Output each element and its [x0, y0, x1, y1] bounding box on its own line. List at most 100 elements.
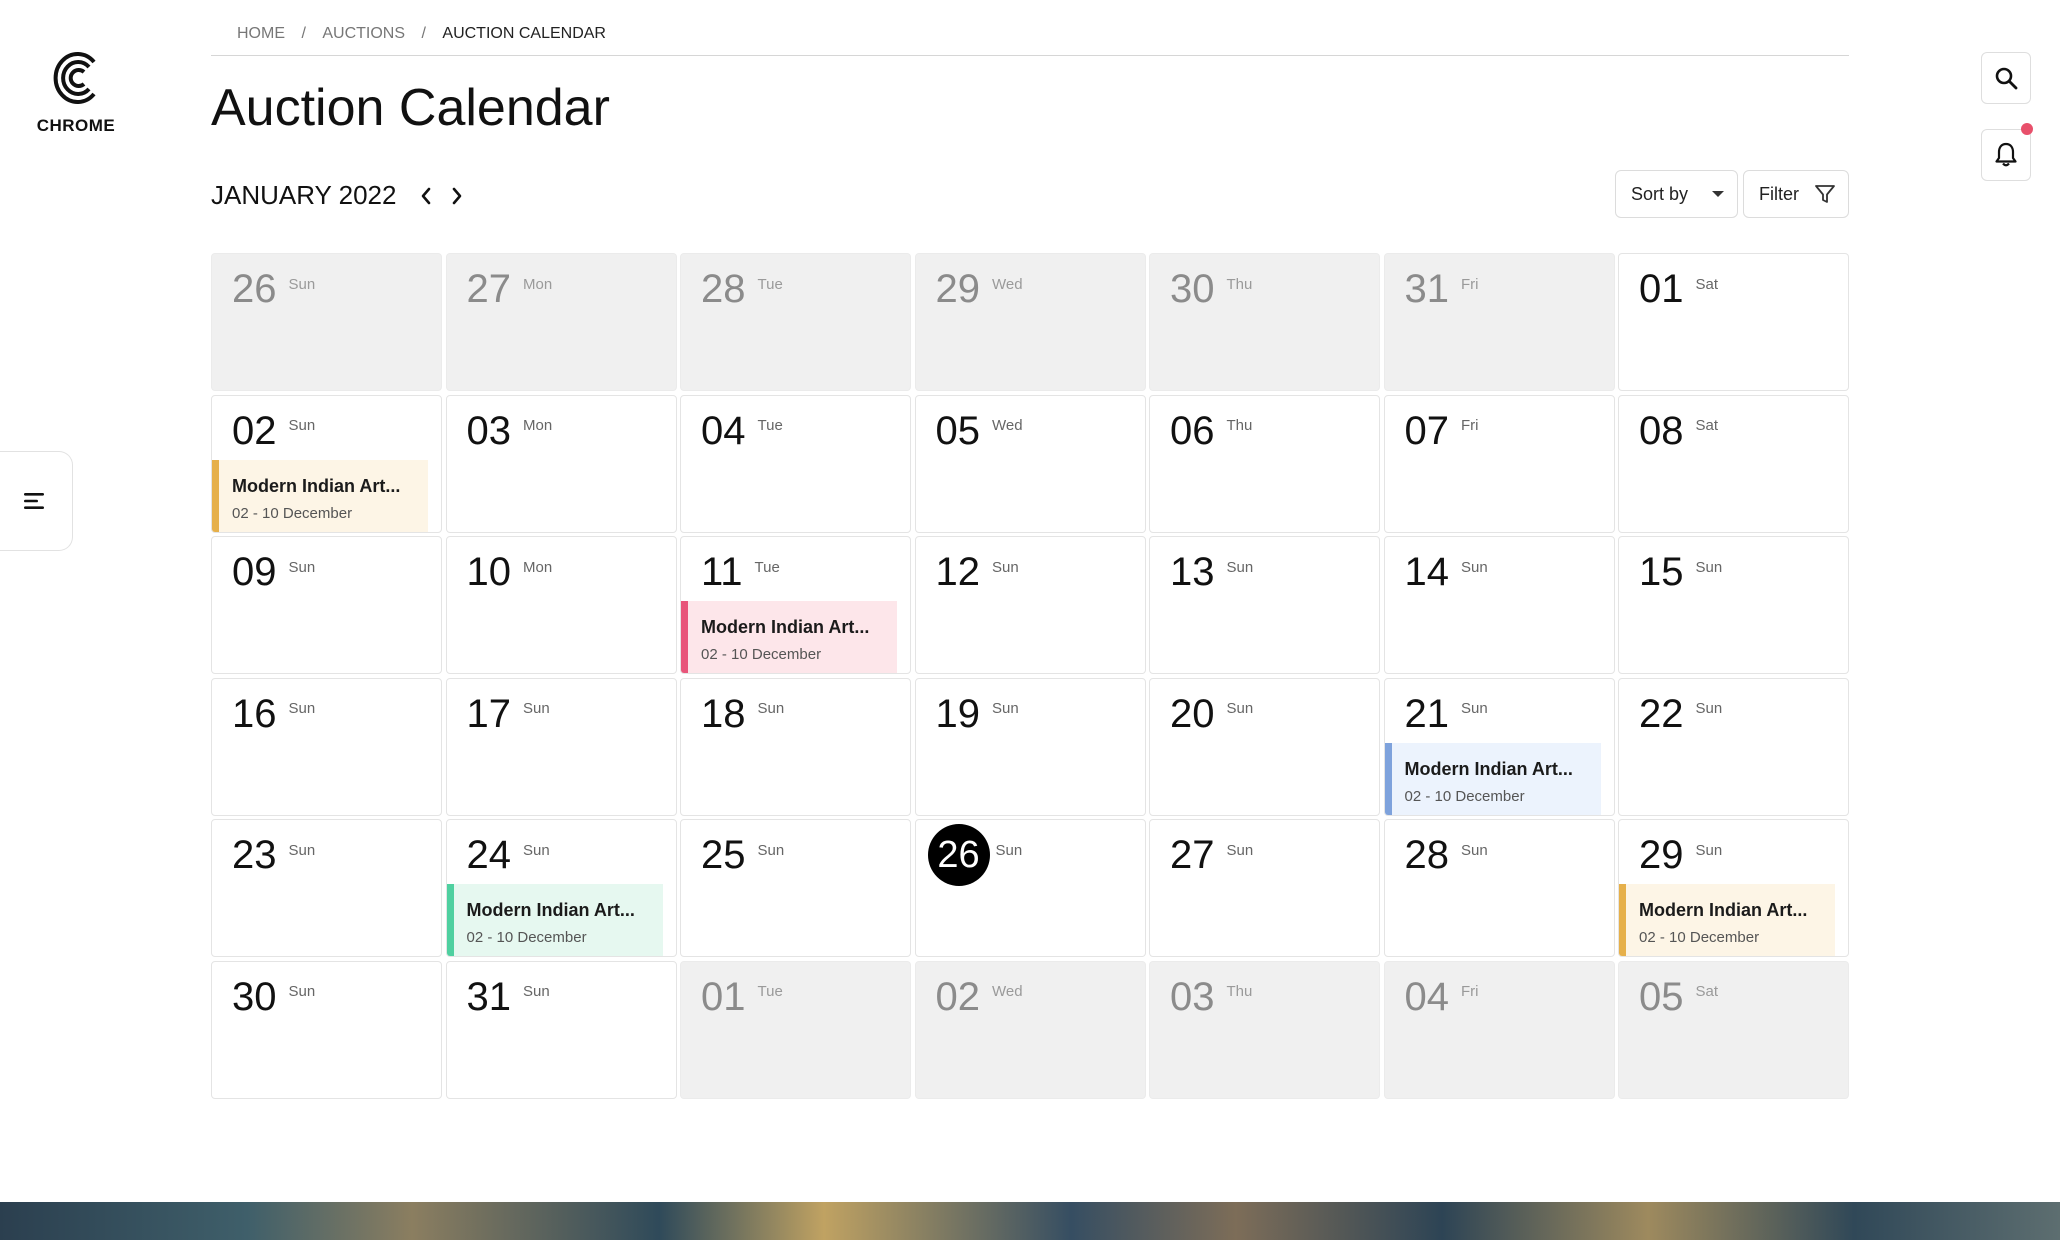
calendar-day[interactable]: 02 Sun Modern Indian Art... 02 - 10 Decembe…	[211, 394, 442, 533]
calendar-day[interactable]: 18 Sun	[680, 677, 911, 816]
calendar-day[interactable]: 28 Tue	[680, 253, 911, 391]
day-number: 09	[232, 550, 277, 594]
calendar-day[interactable]: 16 Sun	[211, 677, 442, 816]
day-header: 26 Sun	[232, 262, 315, 316]
breadcrumb-separator: /	[421, 25, 426, 42]
day-header: 29 Sun	[1639, 828, 1722, 882]
breadcrumb-auctions[interactable]: AUCTIONS	[322, 25, 405, 43]
calendar-day[interactable]: 28 Sun	[1383, 819, 1615, 957]
next-month-button[interactable]	[444, 180, 470, 212]
day-header: 17 Sun	[467, 687, 550, 741]
day-header: 19 Sun	[936, 687, 1019, 741]
day-name: Sun	[757, 700, 785, 717]
day-name: Thu	[1226, 417, 1253, 434]
calendar-day[interactable]: 14 Sun	[1383, 536, 1615, 674]
day-name: Wed	[992, 983, 1023, 1000]
calendar-day[interactable]: 03 Mon	[445, 394, 677, 533]
calendar-day[interactable]: 26 Sun	[211, 253, 442, 391]
prev-month-button[interactable]	[413, 180, 439, 212]
day-header: 15 Sun	[1639, 545, 1722, 599]
calendar-day[interactable]: 07 Fri	[1383, 394, 1615, 533]
calendar-day[interactable]: 04 Fri	[1383, 960, 1615, 1099]
day-name: Sun	[992, 700, 1019, 717]
day-header: 04 Fri	[1405, 970, 1479, 1024]
calendar-day[interactable]: 01 Tue	[680, 960, 911, 1099]
side-menu-toggle[interactable]	[0, 451, 73, 551]
calendar-day[interactable]: 01 Sat	[1618, 253, 1849, 391]
day-header: 06 Thu	[1170, 404, 1252, 458]
calendar-day[interactable]: 10 Mon	[445, 536, 677, 674]
calendar-day-today[interactable]: 26 Sun	[914, 819, 1146, 957]
day-name: Sun	[523, 841, 550, 859]
calendar-day[interactable]: 29 Wed	[914, 253, 1146, 391]
day-number: 04	[1404, 974, 1450, 1019]
auction-event[interactable]: Modern Indian Art... 02 - 10 December	[212, 459, 428, 532]
search-button[interactable]	[1981, 52, 2031, 104]
day-name: Sun	[288, 700, 316, 717]
calendar-day[interactable]: 20 Sun	[1149, 677, 1380, 816]
day-name: Tue	[757, 275, 783, 293]
calendar-day[interactable]: 30 Sun	[211, 960, 442, 1099]
calendar-day[interactable]: 23 Sun	[211, 819, 442, 957]
notifications-button[interactable]	[1981, 123, 2033, 181]
day-name: Fri	[1461, 983, 1479, 1000]
day-name: Sun	[288, 417, 316, 434]
calendar-day[interactable]: 08 Sat	[1618, 394, 1849, 533]
auction-event[interactable]: Modern Indian Art... 02 - 10 December	[1619, 884, 1835, 956]
calendar-day[interactable]: 27 Mon	[445, 253, 677, 391]
calendar-day[interactable]: 25 Sun	[680, 819, 911, 957]
brand-logo[interactable]: CHROME	[28, 48, 124, 136]
logo-c-icon	[53, 52, 96, 104]
day-name: Wed	[992, 275, 1023, 293]
day-name: Sun	[1695, 841, 1723, 859]
day-number: 26	[232, 267, 277, 311]
day-name: Wed	[992, 417, 1023, 434]
sort-dropdown[interactable]: Sort by	[1615, 170, 1738, 218]
calendar-day[interactable]: 30 Thu	[1149, 253, 1380, 391]
calendar-day[interactable]: 05 Wed	[914, 394, 1146, 533]
auction-event[interactable]: Modern Indian Art... 02 - 10 December	[681, 601, 897, 673]
day-header: 05 Wed	[936, 404, 1023, 458]
calendar-day[interactable]: 04 Tue	[680, 394, 911, 533]
calendar-grid: 26 Sun 27 Mon 28 Tue 29 Wed 30 Thu 31 Fri 01 Sat 02 Sun…	[211, 253, 1849, 1099]
event-dates: 02 - 10 December	[1404, 787, 1525, 805]
calendar-day[interactable]: 29 Sun Modern Indian Art... 02 - 10 Decembe…	[1618, 819, 1849, 957]
calendar-day[interactable]: 21 Sun Modern Indian Art... 02 - 10 Decembe…	[1383, 677, 1615, 816]
day-name: Mon	[523, 417, 553, 434]
day-number: 31	[1404, 267, 1450, 311]
day-number: 22	[1639, 691, 1684, 736]
day-header: 01 Tue	[701, 970, 783, 1024]
notification-badge	[2021, 123, 2033, 135]
calendar-day[interactable]: 06 Thu	[1149, 394, 1380, 533]
day-number: 29	[1639, 833, 1684, 877]
day-name: Sun	[1461, 841, 1488, 859]
day-name: Sun	[1226, 700, 1254, 717]
auction-event[interactable]: Modern Indian Art... 02 - 10 December	[1384, 742, 1601, 815]
day-number: 06	[1170, 408, 1215, 453]
calendar-day[interactable]: 11 Tue Modern Indian Art... 02 - 10 Decembe…	[680, 536, 911, 674]
day-name: Mon	[523, 558, 553, 576]
day-number: 02	[232, 408, 277, 453]
calendar-day[interactable]: 12 Sun	[914, 536, 1146, 674]
calendar-day[interactable]: 19 Sun	[914, 677, 1146, 816]
calendar-day[interactable]: 02 Wed	[914, 960, 1146, 1099]
filter-button[interactable]: Filter	[1743, 170, 1849, 218]
event-title: Modern Indian Art...	[1639, 900, 1808, 920]
calendar-day[interactable]: 24 Sun Modern Indian Art... 02 - 10 Decembe…	[445, 819, 677, 957]
calendar-day[interactable]: 17 Sun	[445, 677, 677, 816]
calendar-day[interactable]: 31 Sun	[445, 960, 677, 1099]
day-name: Sun	[995, 841, 1023, 859]
calendar-day[interactable]: 13 Sun	[1149, 536, 1380, 674]
day-number: 15	[1639, 550, 1684, 594]
chevron-left-icon	[421, 187, 431, 205]
calendar-day[interactable]: 31 Fri	[1383, 253, 1615, 391]
calendar-day[interactable]: 22 Sun	[1618, 677, 1849, 816]
calendar-day[interactable]: 15 Sun	[1618, 536, 1849, 674]
calendar-day[interactable]: 05 Sat	[1618, 960, 1849, 1099]
auction-event[interactable]: Modern Indian Art... 02 - 10 December	[446, 884, 663, 956]
calendar-day[interactable]: 03 Thu	[1149, 960, 1380, 1099]
breadcrumb-home[interactable]: HOME	[237, 25, 285, 43]
day-number: 05	[1639, 974, 1684, 1019]
calendar-day[interactable]: 09 Sun	[211, 536, 442, 674]
calendar-day[interactable]: 27 Sun	[1149, 819, 1380, 957]
